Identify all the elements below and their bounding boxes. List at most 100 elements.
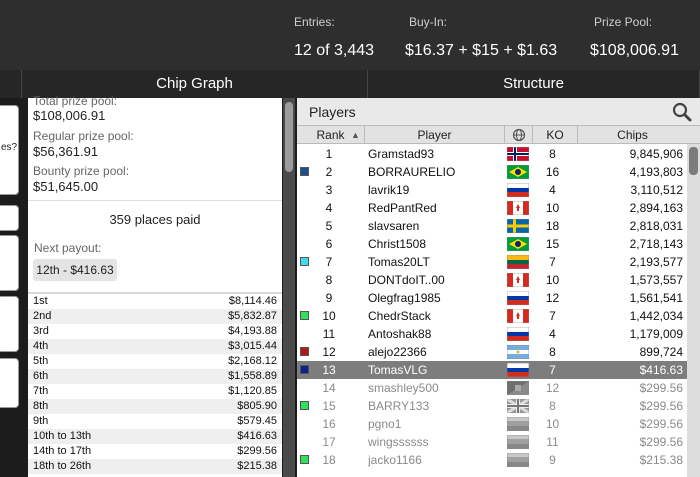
player-rank: 17: [322, 435, 336, 449]
payout-place: 4th: [33, 340, 49, 352]
player-row[interactable]: 6 Christ1508 15 2,718,143: [297, 235, 687, 253]
player-rank: 8: [325, 273, 333, 287]
ko-column-header[interactable]: KO: [533, 126, 578, 144]
player-name: TomasVLG: [368, 363, 428, 377]
player-row[interactable]: 3 lavrik19 4 3,110,512: [297, 181, 687, 199]
payout-row: 4th $3,015.44: [28, 339, 282, 354]
player-row[interactable]: 14 smashley500 12 $299.56: [297, 379, 687, 397]
player-row[interactable]: 7 Tomas20LT 7 2,193,577: [297, 253, 687, 271]
player-name: Tomas20LT: [368, 255, 430, 269]
player-rank: 2: [325, 165, 333, 179]
country-flag-icon: [506, 344, 530, 360]
next-payout-value: 12th - $416.63: [33, 259, 117, 281]
player-ko: 10: [545, 201, 560, 215]
payout-row: 3rd $4,193.88: [28, 324, 282, 339]
player-row[interactable]: 1 Gramstad93 8 9,845,906: [297, 145, 687, 163]
divider: [28, 200, 282, 201]
payout-row: 2nd $5,832.87: [28, 309, 282, 324]
player-note-color-marker[interactable]: [300, 167, 309, 176]
player-note-color-marker[interactable]: [300, 365, 309, 374]
payout-amount: $1,558.89: [228, 370, 277, 382]
prize-panel-scrollbar[interactable]: [283, 98, 295, 477]
payout-place: 6th: [33, 370, 49, 382]
player-chips: 1,573,557: [629, 273, 683, 287]
players-column-header: Rank ▲ Player KO Chips: [297, 126, 700, 144]
prizepool-label: Prize Pool:: [594, 15, 653, 29]
prizepool-stat: Prize Pool: $108,006.91: [590, 0, 690, 70]
payout-place: 3rd: [33, 325, 49, 337]
player-chips: 3,110,512: [630, 183, 684, 197]
player-row[interactable]: 11 Antoshak88 4 1,179,009: [297, 325, 687, 343]
players-scrollbar[interactable]: [687, 144, 700, 477]
magnifier-icon[interactable]: [671, 101, 693, 123]
player-row[interactable]: 10 ChedrStack 7 1,442,034: [297, 307, 687, 325]
player-chips: 2,718,143: [629, 237, 683, 251]
player-row[interactable]: 4 RedPantRed 10 2,894,163: [297, 199, 687, 217]
player-row[interactable]: 15 BARRY133 8 $299.56: [297, 397, 687, 415]
player-row[interactable]: 12 alejo22366 8 899,724: [297, 343, 687, 361]
payout-row: 18th to 26th $215.38: [28, 459, 282, 474]
sort-ascending-icon: ▲: [351, 130, 360, 140]
country-flag-icon: [506, 272, 530, 288]
places-paid: 359 places paid: [109, 212, 201, 227]
player-ko: 8: [549, 147, 556, 161]
player-row[interactable]: 5 slavsaren 18 2,818,031: [297, 217, 687, 235]
player-note-color-marker[interactable]: [300, 257, 309, 266]
player-name: Antoshak88: [368, 327, 432, 341]
left-panel-edge: es?: [0, 98, 22, 477]
total-prize-label: Total prize pool:: [33, 94, 118, 108]
country-flag-icon: [506, 326, 530, 342]
payout-place: 10th to 13th: [33, 430, 92, 442]
player-chips: 899,724: [639, 345, 683, 359]
player-row[interactable]: 16 pgno1 10 $299.56: [297, 415, 687, 433]
scrollbar-thumb[interactable]: [285, 102, 293, 172]
player-ko: 16: [545, 165, 560, 179]
left-card-4: [0, 296, 19, 352]
payout-amount: $3,015.44: [228, 340, 277, 352]
scrollbar-thumb[interactable]: [689, 147, 698, 175]
tournament-header: Entries: 12 of 3,443 Buy-In: $16.37 + $1…: [0, 0, 700, 70]
player-ko: 7: [549, 309, 556, 323]
player-ko: 12: [545, 291, 560, 305]
country-column-header[interactable]: [505, 126, 533, 144]
prize-pool-breakdown: Total prize pool: $108,006.91 Regular pr…: [28, 94, 282, 198]
search-button[interactable]: [671, 101, 693, 123]
player-column-header[interactable]: Player: [365, 126, 505, 144]
left-card-text: es?: [1, 142, 18, 153]
player-rank: 9: [325, 291, 333, 305]
player-row[interactable]: 17 wingssssss 11 $299.56: [297, 433, 687, 451]
player-note-color-marker[interactable]: [300, 347, 309, 356]
country-flag-icon: [506, 200, 530, 216]
player-row[interactable]: 2 BORRAURELIO 16 4,193,803: [297, 163, 687, 181]
player-chips: 2,818,031: [629, 219, 683, 233]
player-note-color-marker[interactable]: [300, 455, 309, 464]
player-row[interactable]: 18 jacko1166 9 $215.38: [297, 451, 687, 469]
player-name: wingssssss: [368, 435, 429, 449]
tab-partial[interactable]: [0, 70, 22, 98]
player-name: lavrik19: [368, 183, 410, 197]
rank-column-header[interactable]: Rank ▲: [297, 126, 365, 144]
payout-row: 10th to 13th $416.63: [28, 429, 282, 444]
player-chips: $299.56: [639, 399, 683, 413]
entries-value: 12 of 3,443: [294, 42, 375, 59]
country-flag-icon: [506, 254, 530, 270]
player-chips: 4,193,803: [629, 165, 683, 179]
player-rank: 7: [325, 255, 333, 269]
player-chips: 1,561,541: [629, 291, 683, 305]
player-note-color-marker[interactable]: [300, 311, 309, 320]
player-ko: 12: [545, 381, 560, 395]
player-note-color-marker[interactable]: [300, 401, 309, 410]
player-name: alejo22366: [368, 345, 427, 359]
player-ko: 7: [549, 363, 556, 377]
payout-row: 1st $8,114.46: [28, 294, 282, 309]
player-chips: 2,894,163: [629, 201, 683, 215]
player-row[interactable]: 13 TomasVLG 7 $416.63: [297, 361, 687, 379]
player-row[interactable]: 8 DONTdoIT..00 10 1,573,557: [297, 271, 687, 289]
total-prize-value: $108,006.91: [33, 108, 106, 123]
player-row[interactable]: 9 Olegfrag1985 12 1,561,541: [297, 289, 687, 307]
prizepool-value: $108,006.91: [590, 42, 679, 59]
chips-column-header[interactable]: Chips: [578, 126, 687, 144]
payout-amount: $215.38: [237, 460, 277, 472]
tab-structure[interactable]: Structure: [368, 70, 700, 98]
bounty-prize-value: $51,645.00: [33, 179, 99, 194]
